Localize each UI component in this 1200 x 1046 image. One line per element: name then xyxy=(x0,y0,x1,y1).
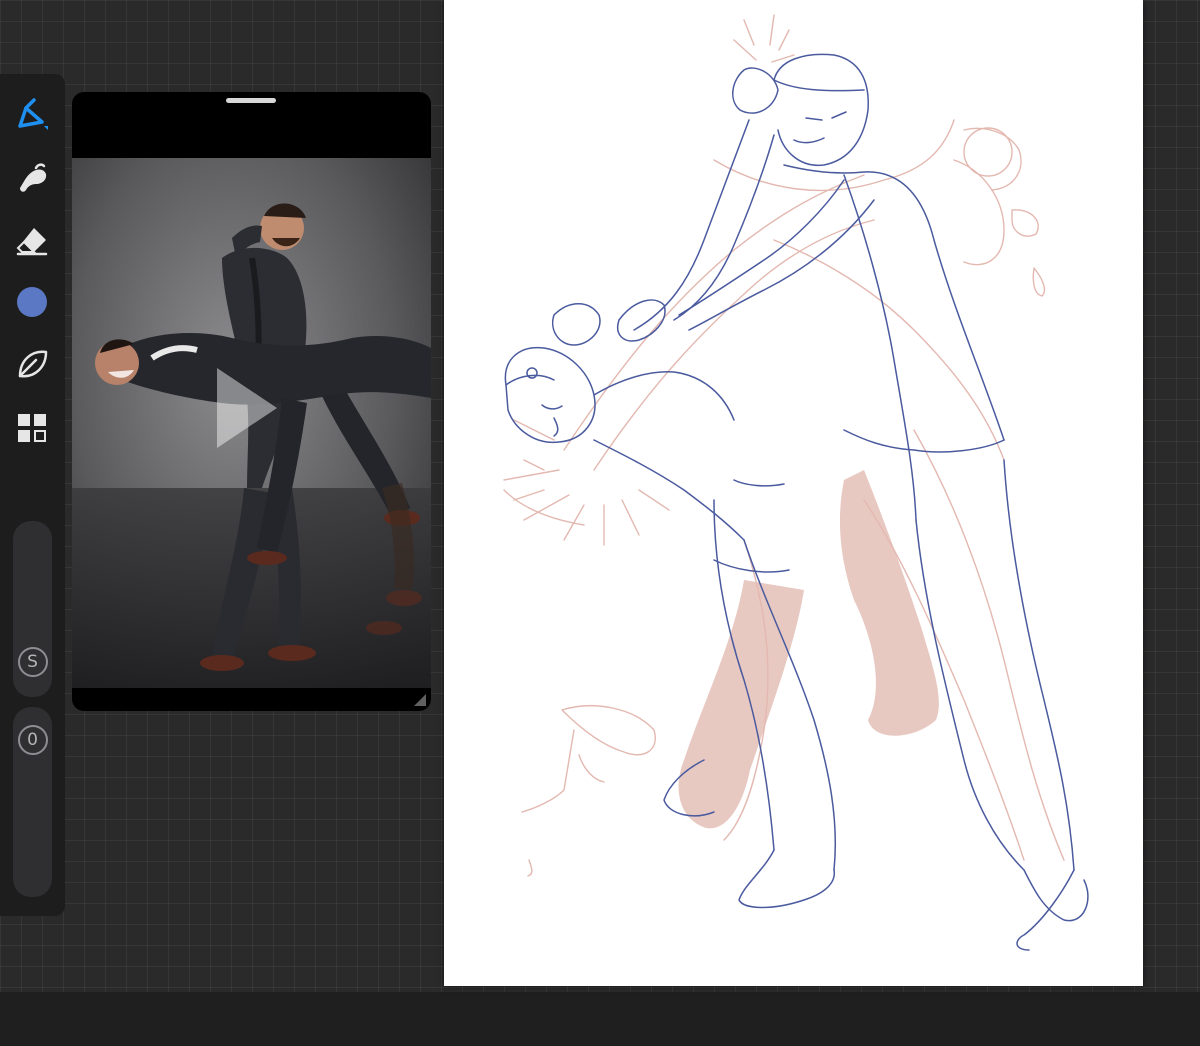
brush-size-toggle-label: S xyxy=(17,646,48,677)
color-picker-button[interactable] xyxy=(12,282,52,322)
reference-photo xyxy=(72,158,431,688)
opacity-toggle[interactable]: 0 xyxy=(14,721,51,758)
drawing-canvas[interactable] xyxy=(444,0,1143,986)
opacity-toggle-label: 0 xyxy=(17,724,48,755)
color-swatch xyxy=(17,287,47,317)
brush-icon xyxy=(18,98,48,130)
layers-tool-button[interactable] xyxy=(12,408,52,448)
reference-photo-image xyxy=(72,158,431,688)
leaf-icon xyxy=(18,350,48,378)
smudge-icon xyxy=(20,163,47,192)
layers-icon xyxy=(18,414,46,442)
reference-drag-handle[interactable] xyxy=(226,98,276,103)
brush-tool-button[interactable] xyxy=(12,96,52,136)
bottom-bar xyxy=(0,992,1200,1046)
brush-size-slider[interactable]: S xyxy=(13,521,52,697)
opacity-slider[interactable]: 0 xyxy=(13,707,52,897)
resize-grip-icon xyxy=(414,694,426,706)
eraser-icon xyxy=(16,228,48,256)
eraser-tool-button[interactable] xyxy=(12,220,52,260)
sketch-shadow-fills xyxy=(678,470,939,829)
tool-sidebar: S 0 xyxy=(0,74,65,916)
brush-size-toggle[interactable]: S xyxy=(14,643,51,680)
smudge-tool-button[interactable] xyxy=(12,158,52,198)
reference-window[interactable] xyxy=(72,92,431,711)
reference-resize-handle[interactable] xyxy=(412,692,428,708)
sketch-artwork xyxy=(503,14,1089,951)
brush-library-button[interactable] xyxy=(12,344,52,384)
